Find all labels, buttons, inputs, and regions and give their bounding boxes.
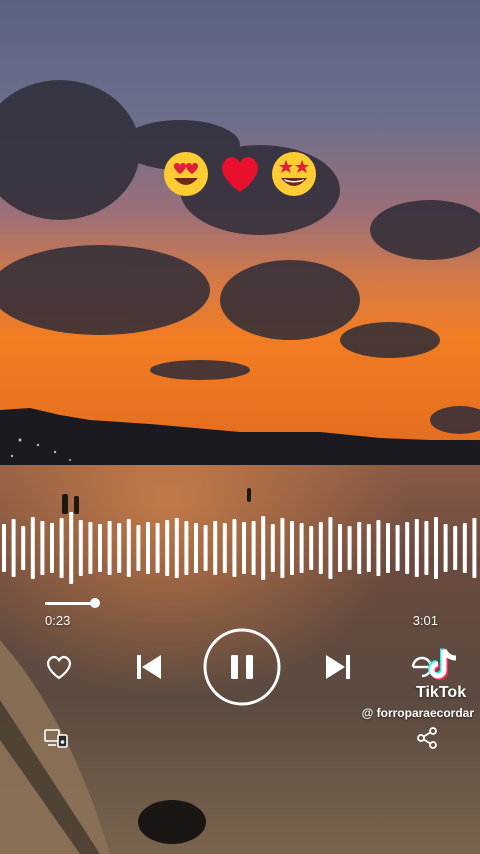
waveform-bar — [184, 521, 189, 575]
waveform-bar — [232, 519, 237, 577]
waveform-bar — [251, 521, 256, 575]
waveform-bar — [290, 521, 294, 575]
waveform-bar — [270, 524, 275, 572]
progress-knob[interactable] — [90, 598, 100, 608]
waveform-bar — [2, 524, 6, 572]
star-struck-emoji-icon — [272, 152, 316, 196]
tiktok-brand: TikTok — [416, 684, 467, 701]
waveform-bar — [117, 523, 122, 573]
waveform-bar — [242, 522, 246, 574]
waveform-bar — [405, 522, 410, 574]
waveform-bar — [472, 518, 477, 578]
waveform-bar — [50, 523, 54, 573]
waveform-bar — [453, 526, 458, 570]
waveform-bar — [126, 519, 131, 577]
waveform-bar — [136, 525, 141, 571]
waveform-bar — [366, 524, 371, 572]
waveform-bar — [434, 517, 438, 579]
waveform-bar — [395, 525, 400, 571]
waveform-bar — [78, 520, 83, 576]
waveform-bar — [299, 523, 304, 573]
waveform-bar — [318, 522, 323, 574]
waveform-bar — [328, 517, 333, 579]
pause-button[interactable] — [202, 627, 282, 707]
waveform-bar — [376, 520, 381, 576]
waveform-bar — [40, 521, 45, 575]
waveform-bar — [155, 523, 160, 573]
waveform-bar — [414, 519, 419, 577]
waveform-bar — [357, 522, 362, 574]
red-heart-emoji-icon — [222, 156, 258, 192]
waveform-bar — [165, 520, 170, 576]
total-time: 3:01 — [412, 613, 438, 628]
waveform-bar — [21, 526, 26, 570]
waveform-bar — [280, 518, 285, 578]
waveform-bar — [194, 523, 198, 573]
waveform-bar — [98, 524, 102, 572]
pause-icon — [231, 655, 238, 679]
waveform-bar — [11, 519, 16, 577]
waveform-bar — [59, 518, 64, 578]
waveform-bar — [386, 523, 390, 573]
waveform-bar — [213, 521, 218, 575]
waveform-bar — [261, 516, 266, 580]
progress-fill — [45, 602, 95, 605]
emoji-row — [0, 150, 480, 198]
waveform-bar — [69, 512, 74, 584]
heart-icon[interactable] — [44, 652, 74, 682]
skip-previous-icon[interactable] — [134, 652, 164, 682]
waveform-bar — [338, 524, 342, 572]
waveform-bar — [174, 518, 179, 578]
heart-eyes-emoji-icon — [164, 152, 208, 196]
waveform-bar — [107, 521, 112, 575]
waveform-bar — [347, 526, 352, 570]
waveform-bar — [30, 517, 35, 579]
device-icon[interactable] — [44, 728, 68, 748]
skip-next-icon[interactable] — [323, 652, 353, 682]
waveform-bar — [424, 521, 429, 575]
background-photo — [0, 0, 480, 854]
waveform-bar — [203, 525, 208, 571]
tiktok-logo-icon — [428, 648, 457, 680]
waveform-bar — [443, 524, 448, 572]
waveform-bar — [146, 522, 150, 574]
waveform-bar — [222, 523, 227, 573]
waveform-bar — [88, 522, 93, 574]
tiktok-handle[interactable]: @ forroparaecordar — [362, 706, 474, 720]
waveform-bar — [309, 526, 314, 570]
audio-waveform — [2, 512, 477, 584]
waveform-bar — [462, 523, 467, 573]
share-icon[interactable] — [416, 727, 438, 749]
elapsed-time: 0:23 — [45, 613, 71, 628]
